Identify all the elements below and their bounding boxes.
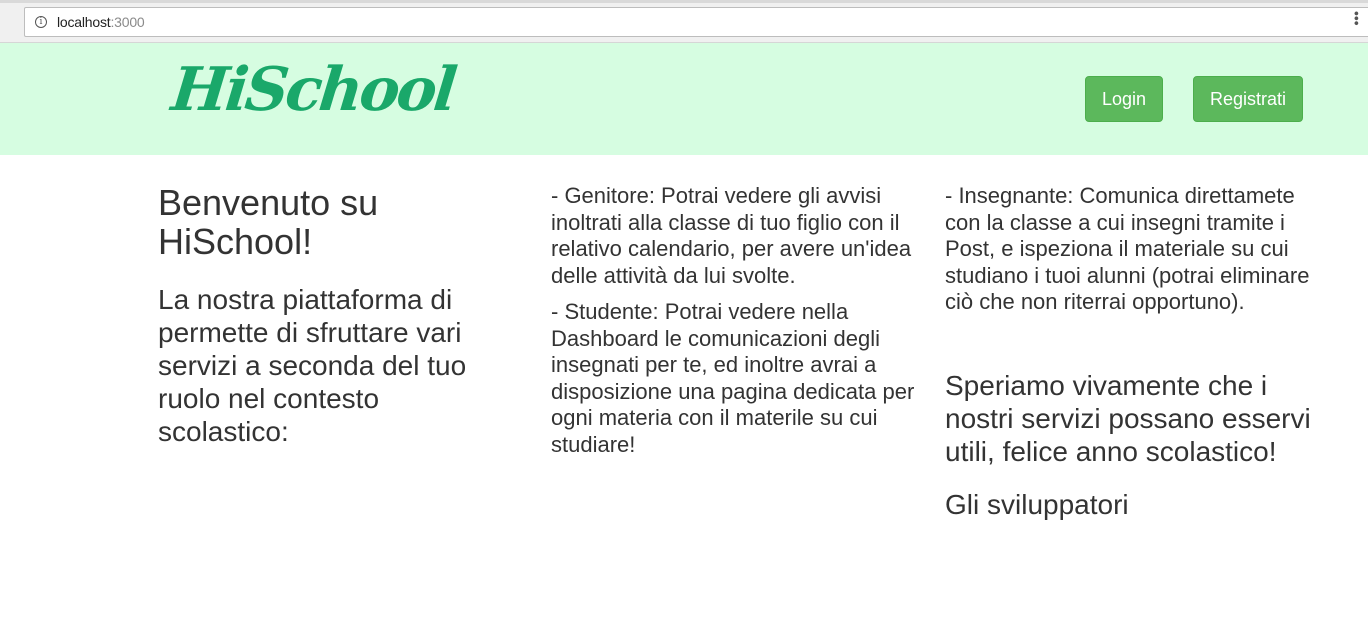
browser-toolbar: i localhost:3000 ••• xyxy=(0,0,1368,43)
roles-column: - Genitore: Potrai vedere gli avvisi ino… xyxy=(551,183,921,458)
register-button[interactable]: Registrati xyxy=(1193,76,1303,122)
browser-menu-icon[interactable]: ••• xyxy=(1349,11,1365,26)
teacher-column: - Insegnante: Comunica direttamete con l… xyxy=(945,183,1315,521)
signature-text: Gli sviluppatori xyxy=(945,488,1129,520)
intro-text: La nostra piattaforma di permette di sfr… xyxy=(158,284,467,447)
url-text[interactable]: localhost:3000 xyxy=(57,14,145,30)
browser-top-border xyxy=(0,0,1368,3)
role-insegnante-text: - Insegnante: Comunica direttamete con l… xyxy=(945,183,1310,314)
site-logo[interactable]: HiSchool xyxy=(168,55,457,125)
info-icon[interactable]: i xyxy=(35,16,47,28)
site-header: HiSchool Login Registrati xyxy=(0,43,1368,155)
role-studente-text: - Studente: Potrai vedere nella Dashboar… xyxy=(551,299,915,457)
welcome-column: Benvenuto su HiSchool! La nostra piattaf… xyxy=(158,183,508,448)
role-genitore-text: - Genitore: Potrai vedere gli avvisi ino… xyxy=(551,183,912,288)
login-button[interactable]: Login xyxy=(1085,76,1163,122)
closing-text: Speriamo vivamente che i nostri servizi … xyxy=(945,369,1311,467)
welcome-title: Benvenuto su HiSchool! xyxy=(158,182,379,262)
address-bar[interactable]: i localhost:3000 xyxy=(24,7,1368,37)
url-host: localhost xyxy=(57,14,111,30)
url-port: :3000 xyxy=(110,14,145,30)
